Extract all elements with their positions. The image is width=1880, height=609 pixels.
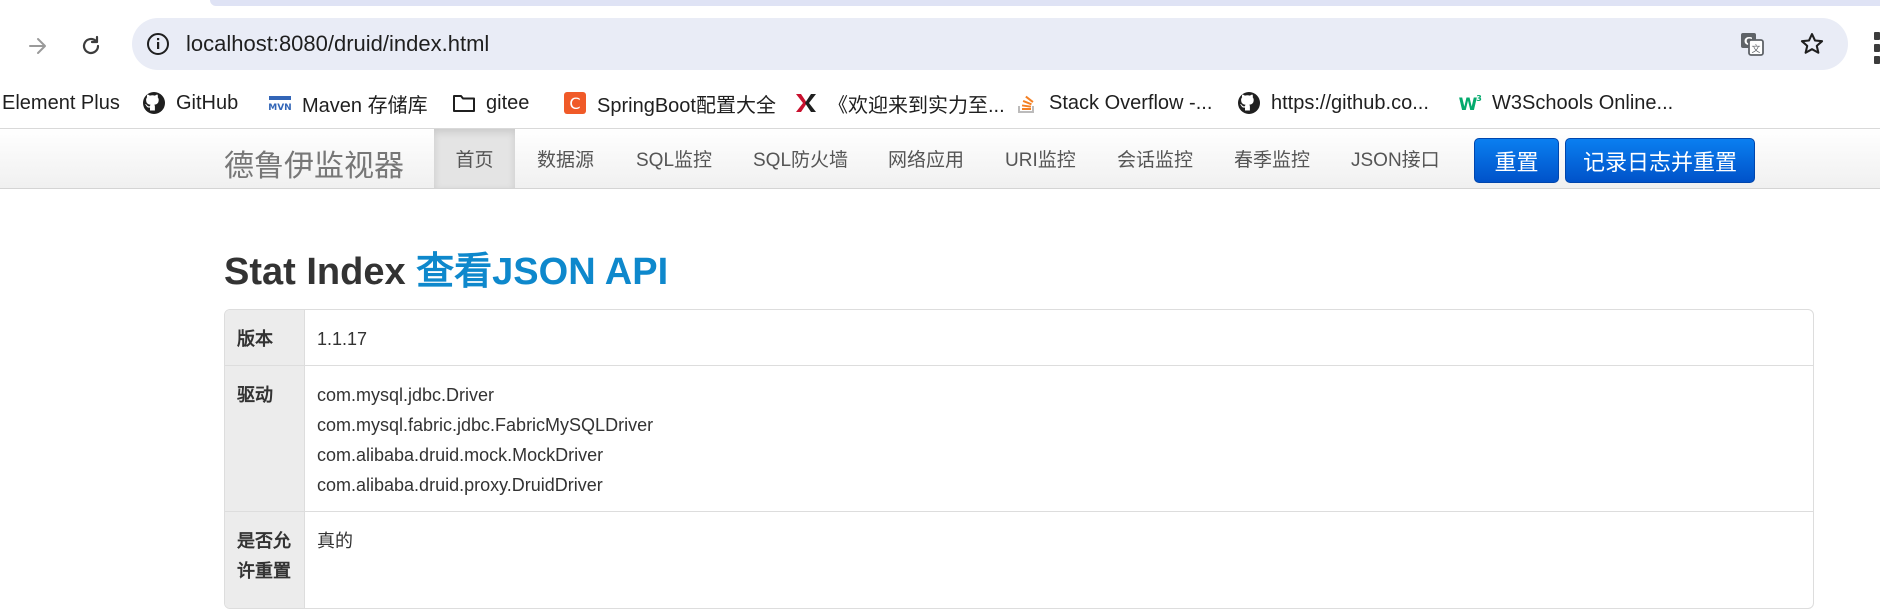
row-label-cell: 版本 <box>225 310 305 365</box>
driver-item: com.alibaba.druid.proxy.DruidDriver <box>317 475 603 495</box>
bookmark-github-link[interactable]: https://github.co... <box>1237 86 1429 120</box>
row-value-cell: com.mysql.jdbc.Driver com.mysql.fabric.j… <box>317 380 653 500</box>
bookmark-gitee[interactable]: gitee <box>452 86 529 120</box>
forward-button[interactable] <box>18 26 58 66</box>
table-row: 是否允许重置 真的 <box>225 511 1813 608</box>
bookmark-stackoverflow[interactable]: Stack Overflow -... <box>1015 86 1212 120</box>
json-api-link[interactable]: 查看JSON API <box>416 251 668 293</box>
tab-strip <box>0 0 1880 8</box>
bookmark-label: Element Plus <box>2 91 120 114</box>
github-icon <box>142 91 166 115</box>
row-value-cell: 真的 <box>317 526 353 556</box>
github-icon <box>1237 91 1261 115</box>
version-value: 1.1.17 <box>317 329 368 349</box>
w3schools-icon: W3 <box>1458 91 1482 115</box>
tab-strip-edge <box>210 0 1880 6</box>
url-text[interactable]: localhost:8080/druid/index.html <box>186 31 489 57</box>
bookmarks-bar: Element Plus GitHub MVN Maven 存储库 gitee … <box>0 78 1880 129</box>
bookmark-maven[interactable]: MVN Maven 存储库 <box>268 86 428 120</box>
red-logo-icon <box>794 91 818 115</box>
reload-button[interactable] <box>71 26 111 66</box>
svg-text:3: 3 <box>1476 94 1482 103</box>
arrow-right-icon <box>29 38 46 54</box>
address-bar[interactable]: localhost:8080/druid/index.html G文 <box>132 18 1848 70</box>
row-label-drivers: 驱动 <box>237 385 273 405</box>
bookmark-welcome[interactable]: 《欢迎来到实力至... <box>794 86 1005 120</box>
row-label-version: 版本 <box>237 329 273 349</box>
druid-navbar: 德鲁伊监视器 首页 数据源 SQL监控 SQL防火墙 网络应用 URI监控 会话… <box>0 129 1880 189</box>
browser-toolbar: localhost:8080/druid/index.html G文 <box>0 8 1880 78</box>
driver-item: com.mysql.fabric.jdbc.FabricMySQLDriver <box>317 415 654 435</box>
nav-item-sql-firewall[interactable]: SQL防火墙 <box>753 129 848 188</box>
svg-text:文: 文 <box>1751 43 1760 55</box>
nav-item-home[interactable]: 首页 <box>434 129 515 188</box>
bookmark-label: 《欢迎来到实力至... <box>828 94 1005 117</box>
bookmark-label: https://github.co... <box>1271 91 1429 114</box>
nav-item-uri-monitor[interactable]: URI监控 <box>1005 129 1076 188</box>
svg-text:MVN: MVN <box>268 103 291 113</box>
svg-text:C: C <box>569 94 580 113</box>
table-row: 驱动 com.mysql.jdbc.Driver com.mysql.fabri… <box>225 365 1813 511</box>
nav-item-web-app[interactable]: 网络应用 <box>888 129 964 188</box>
bookmark-label: W3Schools Online... <box>1492 91 1674 114</box>
reset-button[interactable]: 重置 <box>1474 138 1559 183</box>
bookmark-springboot[interactable]: C SpringBoot配置大全 <box>563 86 776 120</box>
reload-icon <box>82 35 100 55</box>
stat-table: 版本 1.1.17 驱动 com.mysql.jdbc.Driver com.m… <box>224 309 1814 609</box>
log-and-reset-button[interactable]: 记录日志并重置 <box>1565 138 1755 183</box>
reset-enabled-value: 真的 <box>317 531 353 551</box>
nav-item-json-api[interactable]: JSON接口 <box>1351 129 1440 188</box>
bookmark-element-plus[interactable]: Element Plus <box>2 86 120 120</box>
driver-item: com.mysql.jdbc.Driver <box>317 385 495 405</box>
page-title: Stat Index 查看JSON API <box>224 240 668 295</box>
brand-title[interactable]: 德鲁伊监视器 <box>224 141 404 185</box>
folder-icon <box>452 91 476 115</box>
row-label-cell: 是否允许重置 <box>225 512 305 608</box>
nav-item-spring-monitor[interactable]: 春季监控 <box>1234 129 1310 188</box>
row-label-reset-enabled: 是否允许重置 <box>237 531 291 581</box>
row-label-cell: 驱动 <box>225 366 305 511</box>
bookmark-star-icon[interactable] <box>1796 28 1828 60</box>
bookmark-github[interactable]: GitHub <box>142 86 238 120</box>
table-row: 版本 1.1.17 <box>225 310 1813 365</box>
nav-item-session-monitor[interactable]: 会话监控 <box>1117 129 1193 188</box>
bookmark-label: gitee <box>486 91 530 114</box>
bookmark-label: Stack Overflow -... <box>1049 91 1213 114</box>
maven-icon: MVN <box>268 91 292 115</box>
bookmark-label: GitHub <box>176 91 239 114</box>
svg-text:W: W <box>1459 95 1478 115</box>
extensions-icon[interactable] <box>1868 30 1880 66</box>
bookmark-label: Maven 存储库 <box>302 94 428 117</box>
site-info-icon[interactable] <box>142 28 174 60</box>
driver-item: com.alibaba.druid.mock.MockDriver <box>317 445 604 465</box>
bookmark-label: SpringBoot配置大全 <box>597 94 776 117</box>
row-value-cell: 1.1.17 <box>317 324 367 354</box>
translate-icon[interactable]: G文 <box>1736 28 1768 60</box>
page-title-text: Stat Index <box>224 251 406 293</box>
nav-item-sql-monitor[interactable]: SQL监控 <box>636 129 712 188</box>
bookmark-w3schools[interactable]: W3 W3Schools Online... <box>1458 86 1674 120</box>
stackoverflow-icon <box>1015 91 1039 115</box>
c-logo-icon: C <box>563 91 587 115</box>
nav-item-datasource[interactable]: 数据源 <box>537 129 594 188</box>
